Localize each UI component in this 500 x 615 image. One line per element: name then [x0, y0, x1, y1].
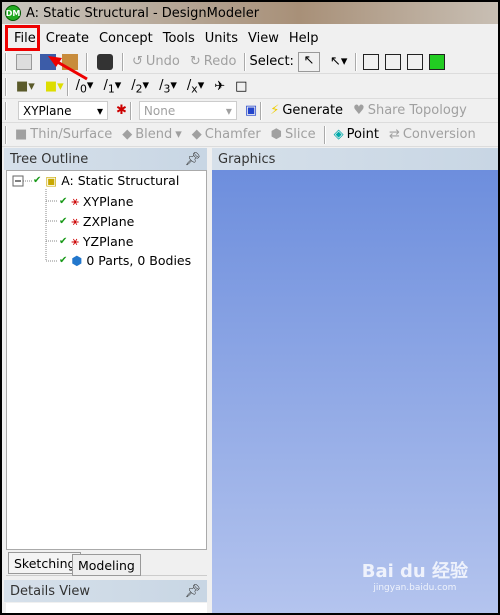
tree-item-yzplane[interactable]: ✔ ⚹ YZPlane [59, 233, 133, 249]
tab-modeling[interactable]: Modeling [72, 554, 141, 576]
thin-surface-icon: ■ [15, 127, 28, 142]
plane-icon: ⚹ [71, 193, 79, 208]
line-0-icon[interactable]: /0▾ [76, 78, 94, 96]
tree-item-zxplane[interactable]: ✔ ⚹ ZXPlane [59, 213, 134, 229]
toolbar-view: ■▾ ■▾ /0▾ /1▾ /2▾ /3▾ /x▾ ✈ □ [2, 75, 498, 99]
menu-tools[interactable]: Tools [158, 31, 200, 46]
chamfer-button[interactable]: ◆ Chamfer [192, 127, 261, 142]
thin-surface-button[interactable]: ■ Thin/Surface [15, 127, 112, 142]
details-view-header: Details View 📌︎ [4, 580, 207, 602]
redo-button[interactable]: ↻ Redo [190, 54, 237, 69]
file-highlight-box [5, 25, 40, 51]
conversion-button[interactable]: ⇄ Conversion [389, 127, 476, 142]
line-1-icon[interactable]: /1▾ [103, 78, 121, 96]
body-select-icon[interactable] [429, 53, 446, 70]
camera-icon[interactable] [97, 53, 113, 70]
menu-bar: File Create Concept Tools Units View Hel… [2, 26, 498, 50]
toolbar-sketch: XYPlane ▾ ✱ None ▾ ▣ ⚡ Generate ♥ Share Topo… [2, 99, 498, 123]
slice-button[interactable]: ⬢ Slice [271, 127, 316, 142]
share-topology-button[interactable]: ♥ Share Topology [353, 103, 467, 118]
generate-button[interactable]: ⚡ Generate [270, 103, 343, 118]
select-label: Select: [249, 54, 294, 69]
project-icon: ▣ [45, 173, 58, 188]
graphics-viewport[interactable]: Bai du 经验 jingyan.baidu.com [212, 170, 498, 613]
rectangle-select-icon[interactable]: □ [235, 79, 247, 94]
menu-concept[interactable]: Concept [94, 31, 158, 46]
plane-icon: ⚹ [71, 213, 79, 228]
new-plane-icon[interactable]: ✱ [116, 103, 127, 118]
toolbar-features: ■ Thin/Surface ◆ Blend ▾ ◆ Chamfer ⬢ Slice ◈ P… [2, 123, 498, 147]
menu-help[interactable]: Help [284, 31, 324, 46]
menu-create[interactable]: Create [41, 31, 94, 46]
line-2-icon[interactable]: /2▾ [131, 78, 149, 96]
pin-icon[interactable]: ✈ [214, 79, 225, 94]
vertex-select-icon[interactable] [363, 53, 380, 70]
edge-select-icon[interactable] [385, 53, 402, 70]
undo-icon: ↺ [132, 54, 143, 69]
app-logo-icon: DM [5, 5, 21, 21]
layout-icon[interactable]: ■▾ [16, 79, 35, 94]
select-type-icon[interactable]: ↖▾ [330, 54, 347, 69]
point-button[interactable]: ◈ Point [334, 127, 379, 142]
menu-view[interactable]: View [243, 31, 284, 46]
plane-dropdown[interactable]: XYPlane ▾ [18, 101, 108, 120]
tree-outline: ✔ ▣ A: Static Structural ✔ ⚹ XYPlane ✔ ⚹ ZXPla… [6, 170, 207, 550]
pin-panel-icon[interactable]: 📌︎ [184, 152, 201, 167]
conversion-icon: ⇄ [388, 127, 400, 142]
blend-icon: ◆ [122, 127, 133, 142]
window-title: A: Static Structural - DesignModeler [26, 5, 260, 21]
tree-root[interactable]: ✔ ▣ A: Static Structural [33, 173, 179, 188]
tab-sketching[interactable]: Sketching [8, 552, 82, 574]
designmodeler-window: DM A: Static Structural - DesignModeler … [2, 2, 498, 613]
undo-button[interactable]: ↺ Undo [132, 54, 180, 69]
tree-outline-header: Tree Outline 📌︎ [4, 148, 207, 170]
title-bar: DM A: Static Structural - DesignModeler [2, 2, 498, 24]
details-view [6, 603, 207, 613]
tree-item-xyplane[interactable]: ✔ ⚹ XYPlane [59, 193, 133, 209]
mode-tabs: Sketching Modeling [6, 550, 207, 576]
plane-icon: ⚹ [71, 233, 79, 248]
menu-units[interactable]: Units [200, 31, 243, 46]
blend-button[interactable]: ◆ Blend ▾ [122, 127, 182, 142]
heart-icon: ♥ [353, 103, 365, 118]
face-select-icon[interactable] [407, 53, 424, 70]
redo-icon: ↻ [189, 54, 201, 69]
lightning-icon: ⚡ [270, 103, 280, 118]
sketch-dropdown[interactable]: None ▾ [138, 101, 237, 120]
watermark: Bai du 经验 jingyan.baidu.com [361, 561, 468, 593]
slice-icon: ⬢ [270, 127, 283, 142]
select-mode-icon[interactable]: ↖ [297, 51, 320, 72]
layout2-icon[interactable]: ■▾ [45, 79, 64, 94]
new-icon[interactable] [16, 53, 32, 70]
new-sketch-icon[interactable]: ▣ [245, 103, 257, 118]
line-3-icon[interactable]: /3▾ [159, 78, 177, 96]
line-x-icon[interactable]: /x▾ [187, 78, 204, 96]
point-icon: ◈ [333, 127, 344, 142]
chamfer-icon: ◆ [191, 127, 202, 142]
graphics-header: Graphics [212, 148, 498, 170]
pin-panel-icon[interactable]: 📌︎ [184, 584, 201, 599]
tree-item-parts[interactable]: ✔ ⬢ 0 Parts, 0 Bodies [59, 253, 191, 268]
bodies-icon: ⬢ [71, 253, 83, 268]
